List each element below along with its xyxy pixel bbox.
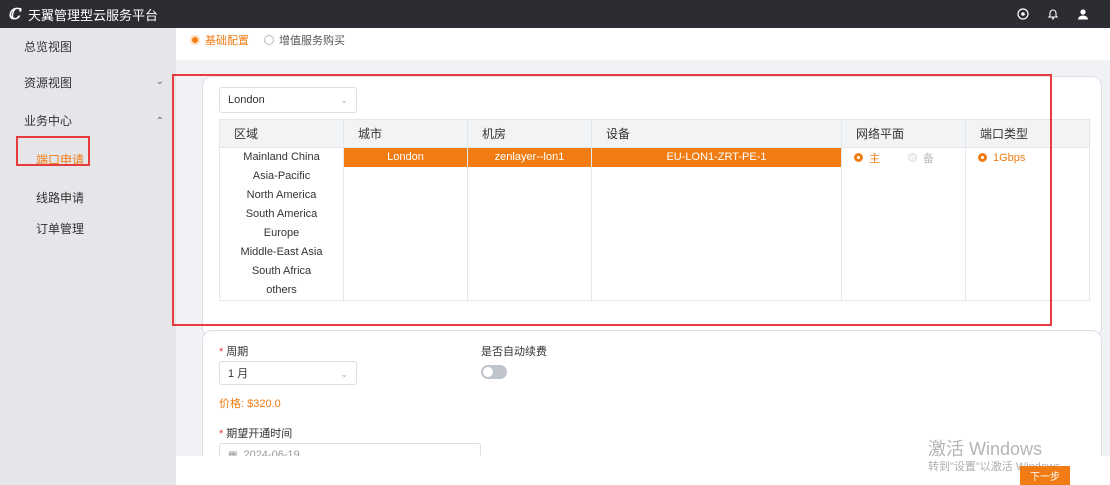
step-bar: 基础配置 增值服务购买 bbox=[176, 28, 1110, 60]
sidebar-item-label: 总览视图 bbox=[24, 39, 73, 54]
period-select[interactable]: 1 月 ⌄ bbox=[219, 361, 357, 385]
step-label: 增值服务购买 bbox=[279, 35, 345, 47]
sidebar-item-label: 资源视图 bbox=[24, 75, 73, 90]
chevron-up-icon: ⌃ bbox=[155, 116, 164, 127]
top-bar: ℂ 天翼管理型云服务平台 bbox=[0, 0, 1110, 28]
user-icon[interactable] bbox=[1076, 7, 1090, 21]
top-icons bbox=[1016, 0, 1090, 28]
target-icon[interactable] bbox=[1016, 7, 1030, 21]
app-logo-icon: ℂ bbox=[8, 5, 20, 23]
bell-icon[interactable] bbox=[1046, 7, 1060, 21]
annotation-box-table bbox=[172, 74, 1052, 326]
sidebar-item-label: 业务中心 bbox=[24, 113, 73, 128]
sidebar-sub-line-apply[interactable]: 线路申请 bbox=[36, 189, 84, 206]
step-inactive-icon bbox=[264, 35, 274, 45]
chevron-down-icon: ⌄ bbox=[155, 76, 164, 87]
sidebar: 总览视图 资源视图 ⌄ 业务中心 ⌃ 端口申请 线路申请 订单管理 bbox=[0, 28, 176, 485]
sidebar-item-business[interactable]: 业务中心 ⌃ bbox=[0, 102, 176, 138]
period-select-value: 1 月 bbox=[228, 368, 249, 380]
next-step-button[interactable]: 下一步 bbox=[1020, 466, 1070, 485]
open-time-label: * 期望开通时间 bbox=[219, 428, 293, 440]
app-title: 天翼管理型云服务平台 bbox=[28, 7, 159, 23]
step-value-added[interactable]: 增值服务购买 bbox=[264, 32, 345, 48]
step-basic-config[interactable]: 基础配置 bbox=[190, 32, 249, 48]
open-time-label-text: 期望开通时间 bbox=[226, 428, 293, 440]
sidebar-item-overview[interactable]: 总览视图 bbox=[0, 28, 176, 64]
period-label: * 周期 bbox=[219, 346, 249, 358]
period-label-text: 周期 bbox=[226, 346, 249, 358]
sidebar-sub-order-manage[interactable]: 订单管理 bbox=[36, 220, 84, 237]
auto-renew-label: 是否自动续费 bbox=[481, 346, 547, 358]
step-label: 基础配置 bbox=[205, 35, 249, 47]
chevron-down-icon: ⌄ bbox=[340, 369, 348, 379]
auto-renew-toggle[interactable] bbox=[481, 365, 507, 379]
annotation-box-sidebar bbox=[16, 136, 90, 166]
step-active-icon bbox=[190, 35, 200, 45]
sidebar-item-resources[interactable]: 资源视图 ⌄ bbox=[0, 64, 176, 100]
price-text: 价格: $320.0 bbox=[219, 398, 281, 410]
